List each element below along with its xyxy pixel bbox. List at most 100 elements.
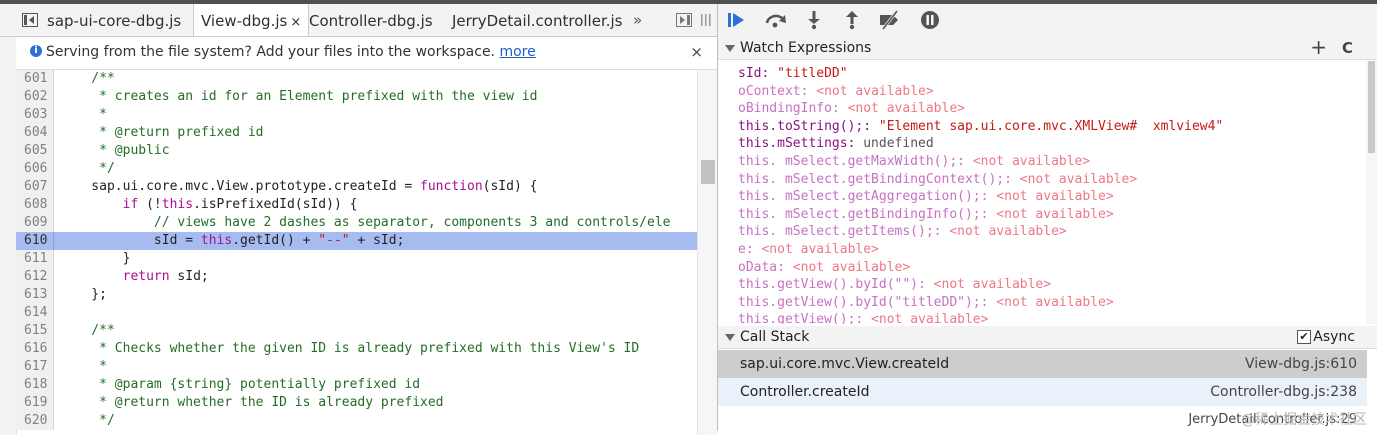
watch-value: <not available>	[1019, 171, 1138, 187]
code-line[interactable]: 614	[16, 304, 697, 322]
watch-item[interactable]: this.getView();: <not available>	[738, 311, 988, 324]
close-infobar-icon[interactable]: ×	[690, 37, 703, 68]
line-number[interactable]: 614	[16, 304, 54, 322]
watch-item[interactable]: this. mSelect.getBindingContext();: <not…	[738, 171, 1137, 189]
code-line[interactable]: 619 * @return whether the ID is already …	[16, 394, 697, 412]
watch-expressions-header[interactable]: Watch Expressions + C	[718, 36, 1377, 60]
watch-item[interactable]: this.mSettings: undefined	[738, 135, 934, 153]
code-line[interactable]: 611 }	[16, 250, 697, 268]
watch-item[interactable]: oContext: <not available>	[738, 83, 934, 101]
tab-controller-dbg[interactable]: Controller-dbg.js	[309, 4, 433, 36]
code-line[interactable]: 607 sap.ui.core.mvc.View.prototype.creat…	[16, 178, 697, 196]
code-line[interactable]: 603 *	[16, 106, 697, 124]
code-text: * @return prefixed id	[60, 124, 264, 142]
line-number[interactable]: 617	[16, 358, 54, 376]
sidebar-toggle-icon[interactable]	[22, 13, 38, 27]
code-line[interactable]: 601 /**	[16, 70, 697, 88]
call-frame-location[interactable]: Controller-dbg.js:238	[1210, 378, 1357, 406]
watch-item[interactable]: oBindingInfo: <not available>	[738, 100, 965, 118]
code-line[interactable]: 618 * @param {string} potentially prefix…	[16, 376, 697, 394]
step-into-icon[interactable]	[804, 10, 824, 30]
deactivate-breakpoints-icon[interactable]	[878, 10, 902, 30]
watch-expression: oData	[738, 259, 778, 275]
code-text: // views have 2 dashes as separator, com…	[60, 214, 671, 232]
call-frame[interactable]: Controller.createId Controller-dbg.js:23…	[718, 378, 1367, 406]
tab-view-dbg[interactable]: View-dbg.js ×	[193, 4, 310, 36]
code-token: * @return whether the ID is already pref…	[60, 395, 444, 410]
call-stack-header[interactable]: Call Stack ✔ Async	[718, 326, 1377, 349]
line-number[interactable]: 607	[16, 178, 54, 196]
code-editor[interactable]: 601 /** 602 * creates an id for an Elemen…	[16, 70, 697, 435]
add-watch-icon[interactable]: +	[1310, 36, 1327, 58]
watch-item[interactable]: this. mSelect.getAggregation();: <not av…	[738, 188, 1114, 206]
code-line[interactable]: 608 if (!this.isPrefixedId(sId)) {	[16, 196, 697, 214]
close-tab-icon[interactable]: ×	[290, 15, 301, 30]
code-line[interactable]: 616 * Checks whether the given ID is alr…	[16, 340, 697, 358]
code-line[interactable]: 620 */	[16, 412, 697, 430]
line-number[interactable]: 612	[16, 268, 54, 286]
more-link[interactable]: more	[499, 44, 535, 60]
refresh-watch-icon[interactable]: C	[1342, 37, 1353, 59]
tab-jerrydetail-controller[interactable]: JerryDetail.controller.js	[452, 4, 623, 36]
watch-scrollbar[interactable]	[1366, 61, 1377, 324]
step-out-icon[interactable]	[842, 10, 862, 30]
code-line[interactable]: 617 *	[16, 358, 697, 376]
call-frame[interactable]: sap.ui.core.mvc.View.createId View-dbg.j…	[718, 350, 1367, 378]
line-number[interactable]: 611	[16, 250, 54, 268]
code-token: * creates an id for an Element prefixed …	[60, 89, 538, 104]
step-over-icon[interactable]	[764, 10, 788, 30]
watch-item[interactable]: this. mSelect.getItems();: <not availabl…	[738, 223, 1067, 241]
more-tabs-chevron-icon[interactable]: »	[633, 4, 642, 36]
watch-item[interactable]: sId: "titleDD"	[738, 65, 848, 83]
panel-grip-icon[interactable]	[699, 13, 711, 27]
line-number[interactable]: 606	[16, 160, 54, 178]
line-number[interactable]: 601	[16, 70, 54, 88]
line-number[interactable]: 609	[16, 214, 54, 232]
watch-item[interactable]: oData: <not available>	[738, 259, 910, 277]
line-number[interactable]: 613	[16, 286, 54, 304]
line-number[interactable]: 604	[16, 124, 54, 142]
watch-item[interactable]: this.getView().byId("titleDD");: <not av…	[738, 294, 1114, 312]
debugger-sidebar-icon[interactable]	[676, 13, 692, 27]
tab-sap-ui-core-dbg[interactable]: sap-ui-core-dbg.js	[47, 4, 181, 36]
pause-on-exceptions-icon[interactable]	[920, 10, 940, 30]
call-frame-function: sap.ui.core.mvc.View.createId	[740, 356, 950, 372]
code-line[interactable]: 613 };	[16, 286, 697, 304]
watch-item[interactable]: this.toString();: "Element sap.ui.core.m…	[738, 118, 1223, 136]
code-line-current[interactable]: 610 sId = this.getId() + "--" + sId;	[16, 232, 697, 250]
code-token: sId;	[169, 269, 209, 284]
code-token: */	[60, 161, 115, 176]
watch-item[interactable]: e: <not available>	[738, 241, 879, 259]
line-number[interactable]: 620	[16, 412, 54, 430]
line-number[interactable]: 615	[16, 322, 54, 340]
line-number[interactable]: 602	[16, 88, 54, 106]
resume-icon[interactable]	[726, 10, 746, 30]
call-frame-location[interactable]: View-dbg.js:610	[1245, 350, 1357, 378]
code-line[interactable]: 609 // views have 2 dashes as separator,…	[16, 214, 697, 232]
watch-expression: this. mSelect.getItems();	[738, 224, 934, 240]
editor-scrollbar-thumb[interactable]	[701, 160, 715, 184]
code-line[interactable]: 606 */	[16, 160, 697, 178]
line-number[interactable]: 610	[16, 232, 54, 250]
line-number[interactable]: 608	[16, 196, 54, 214]
code-line[interactable]: 602 * creates an id for an Element prefi…	[16, 88, 697, 106]
code-token: + sId;	[349, 233, 405, 248]
watch-item[interactable]: this. mSelect.getBindingInfo();: <not av…	[738, 206, 1114, 224]
async-checkbox[interactable]: ✔	[1297, 330, 1311, 344]
line-number[interactable]: 619	[16, 394, 54, 412]
line-number[interactable]: 605	[16, 142, 54, 160]
watch-scrollbar-thumb[interactable]	[1368, 61, 1375, 153]
watch-item[interactable]: this.getView().byId(""): <not available>	[738, 276, 1051, 294]
code-line[interactable]: 615 /**	[16, 322, 697, 340]
line-number[interactable]: 616	[16, 340, 54, 358]
code-token: * @return prefixed id	[60, 125, 264, 140]
code-line[interactable]: 604 * @return prefixed id	[16, 124, 697, 142]
code-line[interactable]: 612 return sId;	[16, 268, 697, 286]
watch-separator: :	[918, 277, 934, 293]
code-token: /**	[60, 323, 115, 338]
line-number[interactable]: 603	[16, 106, 54, 124]
code-line[interactable]: 605 * @public	[16, 142, 697, 160]
watch-item[interactable]: this. mSelect.getMaxWidth();: <not avail…	[738, 153, 1090, 171]
line-number[interactable]: 618	[16, 376, 54, 394]
editor-scrollbar[interactable]	[697, 70, 718, 435]
